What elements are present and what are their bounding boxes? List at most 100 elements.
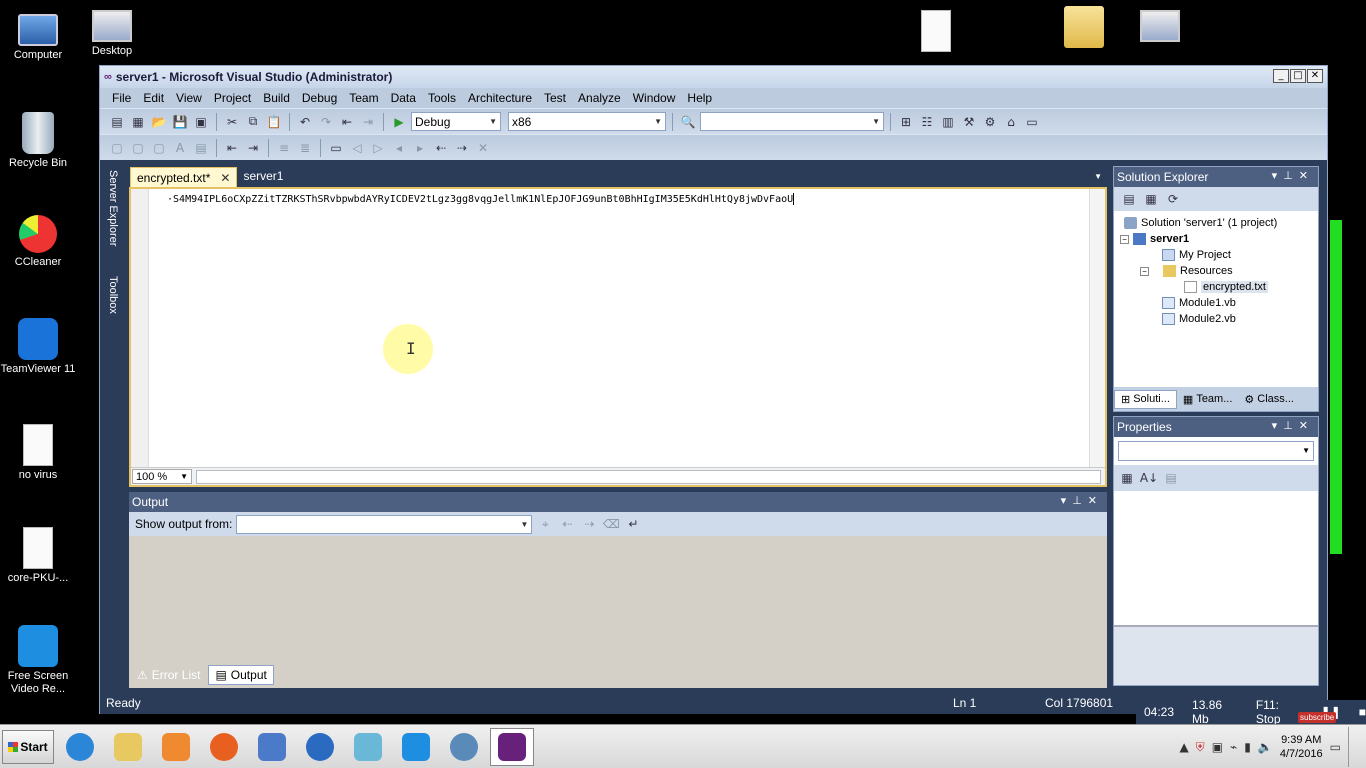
tree-item-project[interactable]: − server1	[1120, 231, 1189, 247]
menu-team[interactable]: Team	[343, 91, 384, 105]
tree-item-resources[interactable]: − Resources	[1140, 263, 1233, 279]
find-message-in-code-icon[interactable]: ⌖	[536, 515, 554, 533]
quick-info-icon[interactable]: ▢	[150, 139, 168, 157]
menu-test[interactable]: Test	[538, 91, 572, 105]
properties-icon[interactable]: ▤	[1120, 190, 1138, 208]
add-item-icon[interactable]: ▦	[129, 113, 147, 131]
menu-project[interactable]: Project	[208, 91, 257, 105]
navigate-backward-icon[interactable]: ⇤	[338, 113, 356, 131]
tree-item-module2[interactable]: Module2.vb	[1162, 311, 1236, 327]
display-object-member-list-icon[interactable]: ▢	[108, 139, 126, 157]
text-editor[interactable]: ·S4M94IPL6oCXpZZitTZRKSThSRvbpwbdAYRyICD…	[129, 187, 1107, 487]
tab-solution-explorer[interactable]: ⊞ Soluti...	[1114, 389, 1177, 409]
open-file-icon[interactable]: 📂	[150, 113, 168, 131]
toolbox-tab[interactable]: Toolbox	[107, 276, 119, 314]
save-all-icon[interactable]: ▣	[192, 113, 210, 131]
menu-build[interactable]: Build	[257, 91, 296, 105]
minimize-button[interactable]: _	[1273, 69, 1289, 83]
solution-configuration-select[interactable]: Debug ▼	[411, 112, 501, 131]
toggle-bookmark-icon[interactable]: ▭	[327, 139, 345, 157]
parameter-info-icon[interactable]: ▢	[129, 139, 147, 157]
previous-bookmark-in-document-icon[interactable]: ⇠	[432, 139, 450, 157]
desktop-icon-desktop[interactable]: Desktop	[74, 10, 150, 58]
menu-architecture[interactable]: Architecture	[462, 91, 538, 105]
clock[interactable]: 9:39 AM 4/7/2016	[1280, 733, 1323, 761]
clear-all-icon[interactable]: ⌫	[602, 515, 620, 533]
menu-data[interactable]: Data	[385, 91, 422, 105]
navigate-forward-icon[interactable]: ⇥	[359, 113, 377, 131]
tab-team-explorer[interactable]: ▦ Team...	[1177, 391, 1238, 408]
menu-tools[interactable]: Tools	[422, 91, 462, 105]
tab-error-list[interactable]: ⚠ Error List	[131, 665, 206, 685]
tree-item-my-project[interactable]: My Project	[1162, 247, 1231, 263]
tree-item-encrypted-txt[interactable]: encrypted.txt	[1184, 279, 1268, 295]
menu-window[interactable]: Window	[627, 91, 682, 105]
next-bookmark-icon[interactable]: ▷	[369, 139, 387, 157]
clear-bookmarks-icon[interactable]: ✕	[474, 139, 492, 157]
tab-class-view[interactable]: ⚙ Class...	[1238, 391, 1300, 408]
show-desktop-button[interactable]	[1348, 727, 1362, 767]
taskbar-moon-app[interactable]	[298, 728, 342, 766]
desktop-icon-ccleaner[interactable]: CCleaner	[0, 215, 76, 269]
tab-list-chevron-down-icon[interactable]: ▼	[1094, 172, 1102, 181]
decrease-indent-icon[interactable]: ⇤	[223, 139, 241, 157]
find-combo[interactable]: ▼	[700, 112, 884, 131]
taskbar-media-player[interactable]	[154, 728, 198, 766]
property-pages-icon[interactable]: ▤	[1162, 469, 1180, 487]
tab-server1[interactable]: server1	[237, 167, 289, 187]
menu-edit[interactable]: Edit	[137, 91, 170, 105]
stop-hint[interactable]: F11: Stop	[1256, 698, 1303, 726]
menu-file[interactable]: File	[106, 91, 137, 105]
tab-encrypted-txt[interactable]: encrypted.txt* ✕	[130, 167, 238, 187]
volume-icon[interactable]: 🔈	[1258, 740, 1273, 754]
desktop-icon-no-virus[interactable]: no virus	[0, 424, 76, 482]
panel-controls[interactable]: ▾⊥✕	[1272, 169, 1314, 182]
next-bookmark-in-document-icon[interactable]: ⇢	[453, 139, 471, 157]
previous-bookmark-in-folder-icon[interactable]: ◂	[390, 139, 408, 157]
horizontal-scrollbar[interactable]	[196, 469, 1101, 484]
show-hidden-icons-icon[interactable]: ▲	[1179, 740, 1188, 754]
cut-icon[interactable]: ✂	[223, 113, 241, 131]
desktop-icon-free-screen-video-recorder[interactable]: Free Screen Video Re...	[0, 625, 76, 696]
vertical-scrollbar[interactable]	[1089, 189, 1105, 467]
security-icon[interactable]: ⛨	[1196, 740, 1205, 755]
menu-view[interactable]: View	[170, 91, 208, 105]
taskbar-internet-explorer[interactable]	[58, 728, 102, 766]
taskbar-network-tool[interactable]	[250, 728, 294, 766]
comment-out-icon[interactable]: ≡	[275, 139, 293, 157]
increase-indent-icon[interactable]: ⇥	[244, 139, 262, 157]
undo-icon[interactable]: ↶	[296, 113, 314, 131]
taskbar-firefox[interactable]	[202, 728, 246, 766]
tab-output[interactable]: ▤ Output	[208, 665, 274, 685]
subscribe-badge[interactable]: subscribe	[1298, 712, 1337, 723]
maximize-button[interactable]: □	[1290, 69, 1306, 83]
menu-analyze[interactable]: Analyze	[572, 91, 627, 105]
collapse-icon[interactable]: −	[1120, 234, 1129, 244]
refresh-icon[interactable]: ⟳	[1164, 190, 1182, 208]
go-to-previous-message-icon[interactable]: ⇠	[558, 515, 576, 533]
menu-debug[interactable]: Debug	[296, 91, 343, 105]
zoom-select[interactable]: 100 % ▼	[132, 469, 192, 484]
close-icon[interactable]: ✕	[220, 171, 230, 185]
panel-controls[interactable]: ▾⊥✕	[1061, 494, 1103, 507]
tree-item-solution[interactable]: Solution 'server1' (1 project)	[1124, 215, 1277, 231]
redo-icon[interactable]: ↷	[317, 113, 335, 131]
server-explorer-tab[interactable]: Server Explorer	[107, 170, 119, 246]
properties-object-select[interactable]: ▼	[1118, 441, 1314, 461]
toggle-word-wrap-icon[interactable]: ↵	[624, 515, 642, 533]
tree-item-module1[interactable]: Module1.vb	[1162, 295, 1236, 311]
panel-controls[interactable]: ▾⊥✕	[1272, 419, 1314, 432]
command-window-icon[interactable]: ▭	[1023, 113, 1041, 131]
show-all-files-icon[interactable]: ▦	[1142, 190, 1160, 208]
desktop-icon-folder[interactable]	[1046, 6, 1122, 51]
start-debugging-icon[interactable]: ▶	[390, 113, 408, 131]
object-browser-icon[interactable]: ▥	[939, 113, 957, 131]
desktop-icon-teamviewer[interactable]: TeamViewer 11	[0, 318, 76, 376]
copy-icon[interactable]: ⧉	[244, 113, 262, 131]
desktop-icon-computer[interactable]: Computer	[0, 10, 76, 62]
desktop-icon-core-pku[interactable]: core-PKU-...	[0, 527, 76, 585]
taskbar-file-explorer[interactable]	[106, 728, 150, 766]
categorized-icon[interactable]: ▦	[1118, 469, 1136, 487]
find-in-files-icon[interactable]: 🔍	[679, 113, 697, 131]
taskbar-visual-studio[interactable]	[490, 727, 534, 766]
